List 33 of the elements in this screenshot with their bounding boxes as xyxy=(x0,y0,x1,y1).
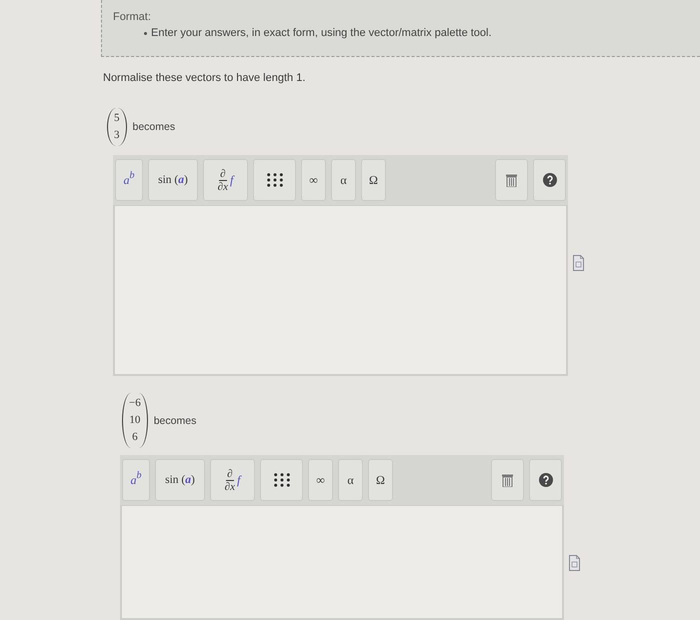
function-button[interactable]: sin (a) xyxy=(148,159,198,201)
symbol-button[interactable]: ∞ xyxy=(301,159,326,201)
function-button[interactable]: sin (a) xyxy=(155,459,205,501)
bullet-icon xyxy=(144,32,147,35)
symbol-button[interactable]: Ω xyxy=(361,159,386,201)
matrix-button[interactable] xyxy=(253,159,296,201)
symbol-button[interactable]: Ω xyxy=(368,459,393,501)
format-heading: Format: xyxy=(113,11,151,24)
symbol-button[interactable]: α xyxy=(331,159,356,201)
document-icon xyxy=(569,555,580,571)
vector-entry: 3 xyxy=(114,128,120,143)
instruction-text: Normalise these vectors to have length 1. xyxy=(103,71,306,85)
format-bullet-text: Enter your answers, in exact form, using the vector/matrix palette tool. xyxy=(151,27,492,40)
vector-entry: −6 xyxy=(129,396,141,411)
delete-button[interactable] xyxy=(495,159,528,201)
symbol-button[interactable]: α xyxy=(338,459,363,501)
prompt-text: becomes xyxy=(132,121,176,133)
delete-button[interactable] xyxy=(491,459,524,501)
matrix-button[interactable] xyxy=(260,459,303,501)
vector-entry: 5 xyxy=(114,111,120,126)
trash-icon xyxy=(506,174,517,186)
document-icon xyxy=(573,255,584,271)
help-icon xyxy=(538,473,552,487)
symbol-button[interactable]: ∞ xyxy=(308,459,333,501)
matrix-icon xyxy=(274,473,290,487)
help-button[interactable] xyxy=(529,459,562,501)
prompt-text: becomes xyxy=(154,414,196,426)
vector-entry: 10 xyxy=(129,413,140,428)
trash-icon xyxy=(502,474,513,486)
matrix-icon xyxy=(266,173,282,187)
vector-entry: 6 xyxy=(132,430,138,445)
help-icon xyxy=(542,173,556,187)
help-button[interactable] xyxy=(533,159,566,201)
